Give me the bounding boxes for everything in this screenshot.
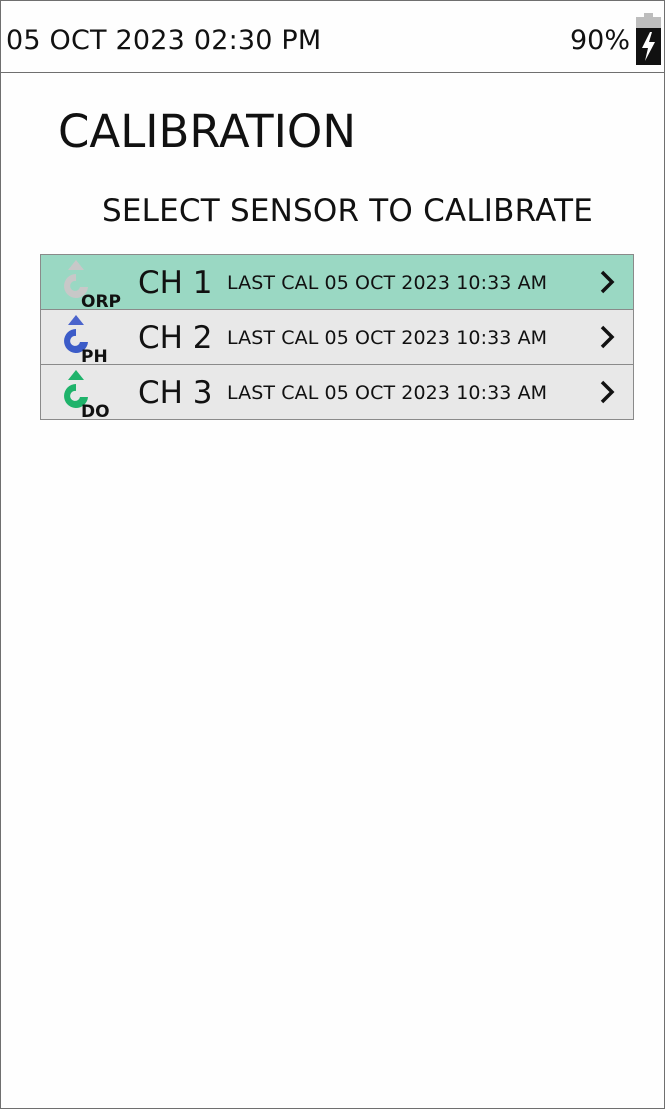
do-sensor-icon: DO xyxy=(64,370,110,419)
sensor-last-cal: LAST CAL 05 OCT 2023 10:33 AM xyxy=(227,327,548,349)
page-subtitle: SELECT SENSOR TO CALIBRATE xyxy=(102,193,594,229)
orp-label: ORP xyxy=(81,292,121,309)
sensor-row-ch2[interactable]: PH CH 2 LAST CAL 05 OCT 2023 10:33 AM xyxy=(41,310,633,365)
chevron-right-icon xyxy=(600,270,615,294)
sensor-channel-label: CH 2 xyxy=(138,320,213,356)
chevron-right-icon xyxy=(600,325,615,349)
sensor-channel-label: CH 3 xyxy=(138,375,213,411)
battery-percent: 90% xyxy=(569,25,630,56)
battery-charging-icon xyxy=(636,13,661,65)
ph-sensor-icon: PH xyxy=(64,315,108,364)
sensor-last-cal: LAST CAL 05 OCT 2023 10:33 AM xyxy=(227,272,548,294)
sensor-row-ch3[interactable]: DO CH 3 LAST CAL 05 OCT 2023 10:33 AM xyxy=(41,365,633,419)
sensor-last-cal: LAST CAL 05 OCT 2023 10:33 AM xyxy=(227,382,548,404)
orp-sensor-icon: ORP xyxy=(64,260,121,309)
status-bar: 05 OCT 2023 02:30 PM 90% xyxy=(1,1,664,73)
chevron-right-icon xyxy=(600,380,615,404)
ph-label: PH xyxy=(81,347,108,364)
sensor-row-ch1[interactable]: ORP CH 1 LAST CAL 05 OCT 2023 10:33 AM xyxy=(41,255,633,310)
status-datetime: 05 OCT 2023 02:30 PM xyxy=(6,25,322,56)
device-screen: 05 OCT 2023 02:30 PM 90% CALIBRATION SEL… xyxy=(0,0,665,1109)
sensor-list: ORP CH 1 LAST CAL 05 OCT 2023 10:33 AM P… xyxy=(40,254,634,420)
sensor-channel-label: CH 1 xyxy=(138,265,213,301)
do-label: DO xyxy=(81,402,110,419)
page-title: CALIBRATION xyxy=(58,105,356,158)
